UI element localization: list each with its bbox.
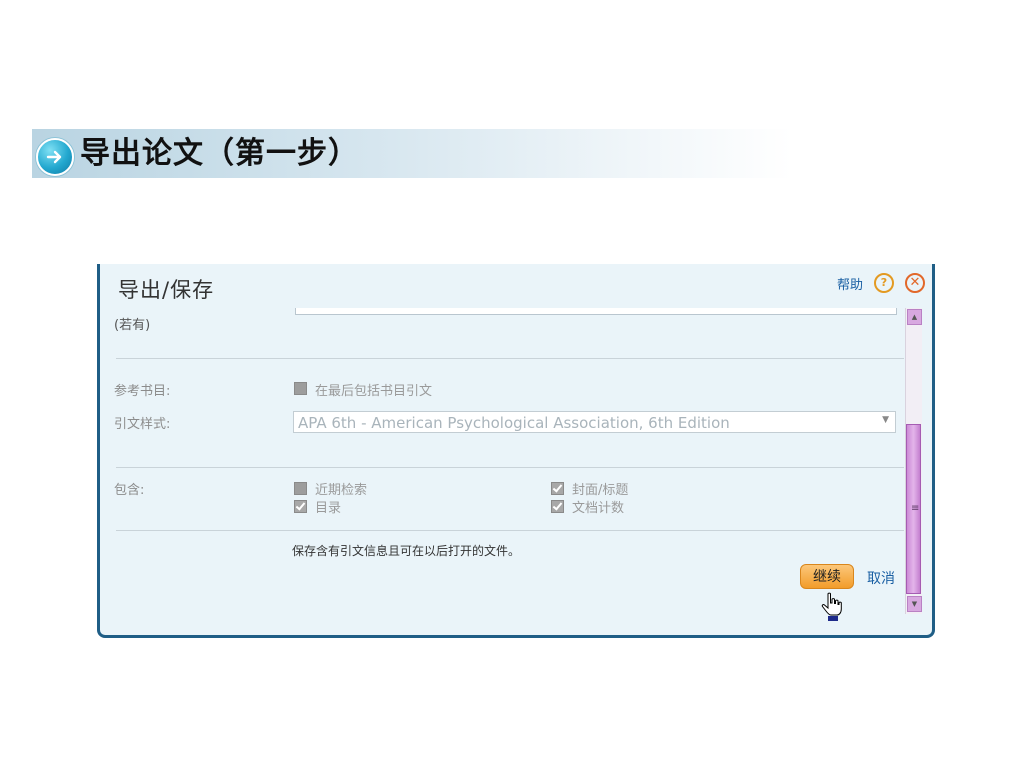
bibliography-checkbox[interactable] [294,382,307,395]
include-label: 包含: [114,483,145,498]
circle-arrow-right-icon [36,138,74,176]
divider [116,530,904,531]
export-dialog: 导出/保存 帮助 ? ✕ (若有) 参考书目: 在最后包括书目引文 引文样式: … [97,264,935,638]
option-doc-count-checkbox[interactable] [551,500,564,513]
option-toc-checkbox[interactable] [294,500,307,513]
help-link[interactable]: 帮助 [837,274,863,293]
option-doc-count-label: 文档计数 [572,501,625,516]
dialog-content: (若有) 参考书目: 在最后包括书目引文 引文样式: APA 6th - Ame… [100,308,906,628]
divider [116,467,904,468]
partial-row-label: (若有) [114,318,151,333]
citation-style-label: 引文样式: [114,417,171,432]
question-icon[interactable]: ? [874,273,894,293]
continue-button[interactable]: 继续 [800,564,854,589]
divider [116,358,904,359]
citation-style-select[interactable]: APA 6th - American Psychological Associa… [293,411,896,433]
cancel-link[interactable]: 取消 [867,568,895,588]
close-icon[interactable]: ✕ [905,273,925,293]
option-toc-label: 目录 [315,501,342,516]
partial-text-input[interactable] [295,308,897,315]
option-recent-searches-checkbox[interactable] [294,482,307,495]
option-recent-searches-label: 近期检索 [315,483,368,498]
grip-icon: ≡ [911,503,920,514]
save-note: 保存含有引文信息且可在以后打开的文件。 [292,544,521,558]
bibliography-checkbox-label: 在最后包括书目引文 [315,384,433,399]
option-cover-title-checkbox[interactable] [551,482,564,495]
chevron-down-icon[interactable]: ▼ [882,415,889,425]
dialog-title: 导出/保存 [118,278,215,302]
scroll-down-icon[interactable]: ▼ [907,596,922,612]
citation-style-value: APA 6th - American Psychological Associa… [298,414,730,432]
hand-cursor-icon [820,592,844,626]
slide-title: 导出论文（第一步） [80,136,359,171]
scroll-up-icon[interactable]: ▲ [907,309,922,325]
export-dialog-screenshot: 导出/保存 帮助 ? ✕ (若有) 参考书目: 在最后包括书目引文 引文样式: … [97,264,939,641]
vertical-scrollbar[interactable]: ▲ ≡ ▼ [905,308,922,614]
bibliography-label: 参考书目: [114,384,171,399]
option-cover-title-label: 封面/标题 [572,483,629,498]
scrollbar-thumb[interactable]: ≡ [906,424,921,594]
